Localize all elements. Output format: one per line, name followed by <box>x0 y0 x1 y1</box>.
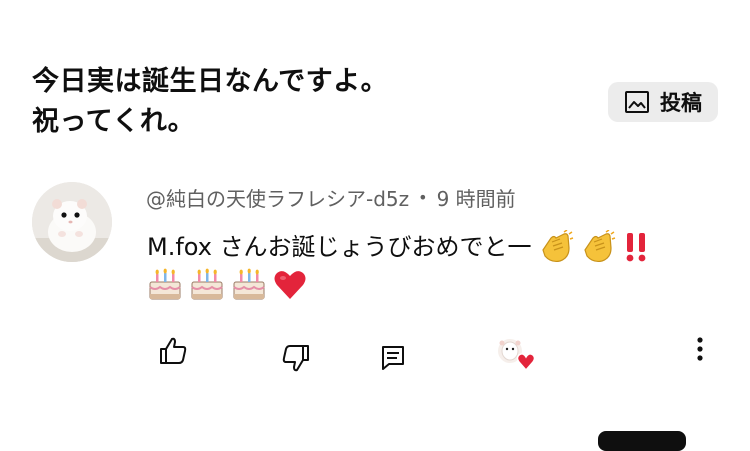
reply-icon[interactable] <box>381 345 405 371</box>
birthday-cake-emoji <box>231 268 267 302</box>
comment-meta: @純白の天使ラフレシア-d5z • 9 時間前 <box>146 183 516 212</box>
meta-separator: • <box>418 188 428 207</box>
birthday-cake-emoji <box>189 268 225 302</box>
comment-line <box>147 268 707 302</box>
post-text-line: 祝ってくれ。 <box>32 106 196 137</box>
avatar[interactable] <box>32 182 112 262</box>
red-heart-emoji <box>273 269 307 301</box>
bottom-partial-button[interactable] <box>598 431 686 451</box>
comment-body: M.fox さんお誕じょうびおめでと一 <box>147 226 707 302</box>
post-button[interactable]: 投稿 <box>608 82 718 122</box>
clapping-hands-emoji <box>538 230 574 264</box>
image-icon <box>624 89 650 115</box>
comment-time[interactable]: 9 時間前 <box>437 183 516 212</box>
clapping-hands-emoji <box>580 230 616 264</box>
comment-actions <box>0 330 750 380</box>
comment-line: M.fox さんお誕じょうびおめでと一 <box>147 226 707 268</box>
creator-heart-icon <box>495 334 539 374</box>
double-exclamation-emoji <box>622 231 650 263</box>
post-text-line: 今日実は誕生日なんですよ。 <box>32 66 389 97</box>
like-icon[interactable] <box>158 336 188 366</box>
post-button-label: 投稿 <box>660 91 702 115</box>
birthday-cake-emoji <box>147 268 183 302</box>
post-text: 今日実は誕生日なんですよ。 祝ってくれ。 <box>32 62 572 142</box>
more-icon[interactable] <box>690 335 710 365</box>
comment-text: M.fox さんお誕じょうびおめでと一 <box>147 233 532 261</box>
dislike-icon[interactable] <box>281 343 311 373</box>
hamster-avatar-image <box>32 182 112 262</box>
comment-author[interactable]: @純白の天使ラフレシア-d5z <box>146 183 409 212</box>
